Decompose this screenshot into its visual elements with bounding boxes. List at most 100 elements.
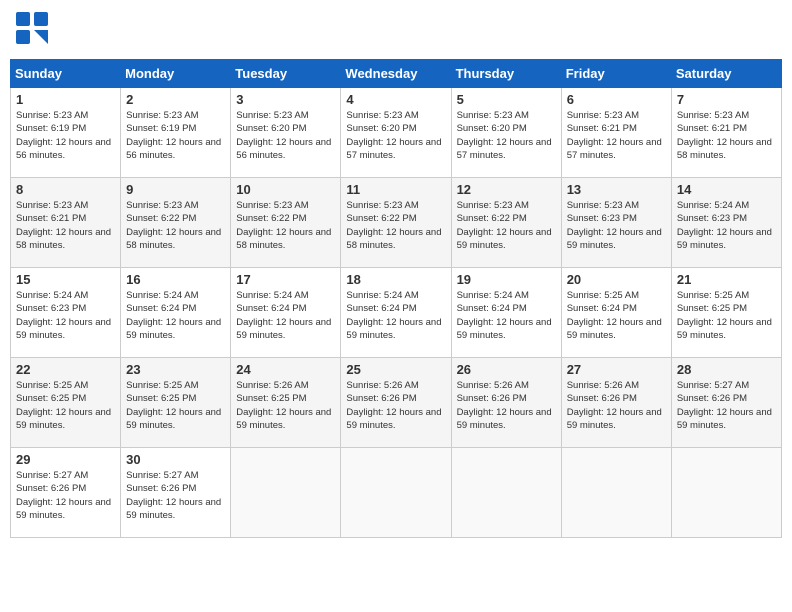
day-detail: Sunrise: 5:24 AM Sunset: 6:23 PM Dayligh…	[16, 289, 115, 342]
logo	[14, 10, 52, 51]
day-cell: 7 Sunrise: 5:23 AM Sunset: 6:21 PM Dayli…	[671, 88, 781, 178]
day-cell: 10 Sunrise: 5:23 AM Sunset: 6:22 PM Dayl…	[231, 178, 341, 268]
day-detail: Sunrise: 5:23 AM Sunset: 6:20 PM Dayligh…	[457, 109, 556, 162]
day-cell: 6 Sunrise: 5:23 AM Sunset: 6:21 PM Dayli…	[561, 88, 671, 178]
day-number: 25	[346, 362, 445, 377]
day-detail: Sunrise: 5:23 AM Sunset: 6:20 PM Dayligh…	[346, 109, 445, 162]
day-number: 22	[16, 362, 115, 377]
day-cell: 30 Sunrise: 5:27 AM Sunset: 6:26 PM Dayl…	[121, 448, 231, 538]
day-number: 26	[457, 362, 556, 377]
day-number: 30	[126, 452, 225, 467]
day-detail: Sunrise: 5:25 AM Sunset: 6:25 PM Dayligh…	[126, 379, 225, 432]
day-cell: 27 Sunrise: 5:26 AM Sunset: 6:26 PM Dayl…	[561, 358, 671, 448]
day-detail: Sunrise: 5:25 AM Sunset: 6:24 PM Dayligh…	[567, 289, 666, 342]
header-tuesday: Tuesday	[231, 60, 341, 88]
day-detail: Sunrise: 5:23 AM Sunset: 6:22 PM Dayligh…	[126, 199, 225, 252]
day-cell: 22 Sunrise: 5:25 AM Sunset: 6:25 PM Dayl…	[11, 358, 121, 448]
header	[10, 10, 782, 51]
day-detail: Sunrise: 5:26 AM Sunset: 6:26 PM Dayligh…	[567, 379, 666, 432]
day-cell: 9 Sunrise: 5:23 AM Sunset: 6:22 PM Dayli…	[121, 178, 231, 268]
day-cell: 11 Sunrise: 5:23 AM Sunset: 6:22 PM Dayl…	[341, 178, 451, 268]
day-cell: 4 Sunrise: 5:23 AM Sunset: 6:20 PM Dayli…	[341, 88, 451, 178]
day-number: 13	[567, 182, 666, 197]
day-cell: 12 Sunrise: 5:23 AM Sunset: 6:22 PM Dayl…	[451, 178, 561, 268]
day-detail: Sunrise: 5:23 AM Sunset: 6:23 PM Dayligh…	[567, 199, 666, 252]
day-cell	[341, 448, 451, 538]
day-number: 3	[236, 92, 335, 107]
day-number: 4	[346, 92, 445, 107]
day-detail: Sunrise: 5:23 AM Sunset: 6:21 PM Dayligh…	[567, 109, 666, 162]
day-number: 14	[677, 182, 776, 197]
week-row-2: 8 Sunrise: 5:23 AM Sunset: 6:21 PM Dayli…	[11, 178, 782, 268]
day-cell: 24 Sunrise: 5:26 AM Sunset: 6:25 PM Dayl…	[231, 358, 341, 448]
day-number: 19	[457, 272, 556, 287]
day-number: 9	[126, 182, 225, 197]
header-monday: Monday	[121, 60, 231, 88]
day-cell	[671, 448, 781, 538]
day-cell: 15 Sunrise: 5:24 AM Sunset: 6:23 PM Dayl…	[11, 268, 121, 358]
day-cell: 17 Sunrise: 5:24 AM Sunset: 6:24 PM Dayl…	[231, 268, 341, 358]
day-number: 6	[567, 92, 666, 107]
day-detail: Sunrise: 5:23 AM Sunset: 6:22 PM Dayligh…	[457, 199, 556, 252]
day-cell: 28 Sunrise: 5:27 AM Sunset: 6:26 PM Dayl…	[671, 358, 781, 448]
day-detail: Sunrise: 5:23 AM Sunset: 6:19 PM Dayligh…	[126, 109, 225, 162]
day-cell: 14 Sunrise: 5:24 AM Sunset: 6:23 PM Dayl…	[671, 178, 781, 268]
day-detail: Sunrise: 5:24 AM Sunset: 6:24 PM Dayligh…	[126, 289, 225, 342]
header-wednesday: Wednesday	[341, 60, 451, 88]
header-friday: Friday	[561, 60, 671, 88]
week-row-3: 15 Sunrise: 5:24 AM Sunset: 6:23 PM Dayl…	[11, 268, 782, 358]
day-cell: 23 Sunrise: 5:25 AM Sunset: 6:25 PM Dayl…	[121, 358, 231, 448]
header-saturday: Saturday	[671, 60, 781, 88]
day-number: 18	[346, 272, 445, 287]
day-number: 11	[346, 182, 445, 197]
day-number: 1	[16, 92, 115, 107]
day-cell: 26 Sunrise: 5:26 AM Sunset: 6:26 PM Dayl…	[451, 358, 561, 448]
week-row-4: 22 Sunrise: 5:25 AM Sunset: 6:25 PM Dayl…	[11, 358, 782, 448]
day-detail: Sunrise: 5:26 AM Sunset: 6:26 PM Dayligh…	[346, 379, 445, 432]
day-cell: 25 Sunrise: 5:26 AM Sunset: 6:26 PM Dayl…	[341, 358, 451, 448]
day-cell: 21 Sunrise: 5:25 AM Sunset: 6:25 PM Dayl…	[671, 268, 781, 358]
day-number: 24	[236, 362, 335, 377]
day-number: 17	[236, 272, 335, 287]
day-cell: 29 Sunrise: 5:27 AM Sunset: 6:26 PM Dayl…	[11, 448, 121, 538]
day-detail: Sunrise: 5:23 AM Sunset: 6:21 PM Dayligh…	[677, 109, 776, 162]
day-detail: Sunrise: 5:27 AM Sunset: 6:26 PM Dayligh…	[126, 469, 225, 522]
day-number: 8	[16, 182, 115, 197]
header-sunday: Sunday	[11, 60, 121, 88]
day-number: 21	[677, 272, 776, 287]
week-row-5: 29 Sunrise: 5:27 AM Sunset: 6:26 PM Dayl…	[11, 448, 782, 538]
day-detail: Sunrise: 5:24 AM Sunset: 6:24 PM Dayligh…	[236, 289, 335, 342]
day-number: 10	[236, 182, 335, 197]
day-cell: 8 Sunrise: 5:23 AM Sunset: 6:21 PM Dayli…	[11, 178, 121, 268]
day-detail: Sunrise: 5:26 AM Sunset: 6:25 PM Dayligh…	[236, 379, 335, 432]
day-number: 15	[16, 272, 115, 287]
day-cell: 13 Sunrise: 5:23 AM Sunset: 6:23 PM Dayl…	[561, 178, 671, 268]
day-detail: Sunrise: 5:24 AM Sunset: 6:24 PM Dayligh…	[346, 289, 445, 342]
day-detail: Sunrise: 5:23 AM Sunset: 6:20 PM Dayligh…	[236, 109, 335, 162]
day-number: 5	[457, 92, 556, 107]
day-number: 20	[567, 272, 666, 287]
day-cell: 18 Sunrise: 5:24 AM Sunset: 6:24 PM Dayl…	[341, 268, 451, 358]
day-number: 28	[677, 362, 776, 377]
day-detail: Sunrise: 5:25 AM Sunset: 6:25 PM Dayligh…	[16, 379, 115, 432]
day-detail: Sunrise: 5:26 AM Sunset: 6:26 PM Dayligh…	[457, 379, 556, 432]
day-cell: 1 Sunrise: 5:23 AM Sunset: 6:19 PM Dayli…	[11, 88, 121, 178]
day-cell: 20 Sunrise: 5:25 AM Sunset: 6:24 PM Dayl…	[561, 268, 671, 358]
day-number: 16	[126, 272, 225, 287]
day-detail: Sunrise: 5:23 AM Sunset: 6:19 PM Dayligh…	[16, 109, 115, 162]
day-number: 7	[677, 92, 776, 107]
day-cell	[451, 448, 561, 538]
day-detail: Sunrise: 5:23 AM Sunset: 6:22 PM Dayligh…	[236, 199, 335, 252]
day-cell	[231, 448, 341, 538]
day-detail: Sunrise: 5:24 AM Sunset: 6:23 PM Dayligh…	[677, 199, 776, 252]
day-number: 27	[567, 362, 666, 377]
day-cell: 5 Sunrise: 5:23 AM Sunset: 6:20 PM Dayli…	[451, 88, 561, 178]
calendar: SundayMondayTuesdayWednesdayThursdayFrid…	[10, 59, 782, 538]
week-row-1: 1 Sunrise: 5:23 AM Sunset: 6:19 PM Dayli…	[11, 88, 782, 178]
day-cell: 16 Sunrise: 5:24 AM Sunset: 6:24 PM Dayl…	[121, 268, 231, 358]
header-thursday: Thursday	[451, 60, 561, 88]
day-detail: Sunrise: 5:27 AM Sunset: 6:26 PM Dayligh…	[16, 469, 115, 522]
day-detail: Sunrise: 5:27 AM Sunset: 6:26 PM Dayligh…	[677, 379, 776, 432]
day-detail: Sunrise: 5:23 AM Sunset: 6:22 PM Dayligh…	[346, 199, 445, 252]
day-number: 23	[126, 362, 225, 377]
